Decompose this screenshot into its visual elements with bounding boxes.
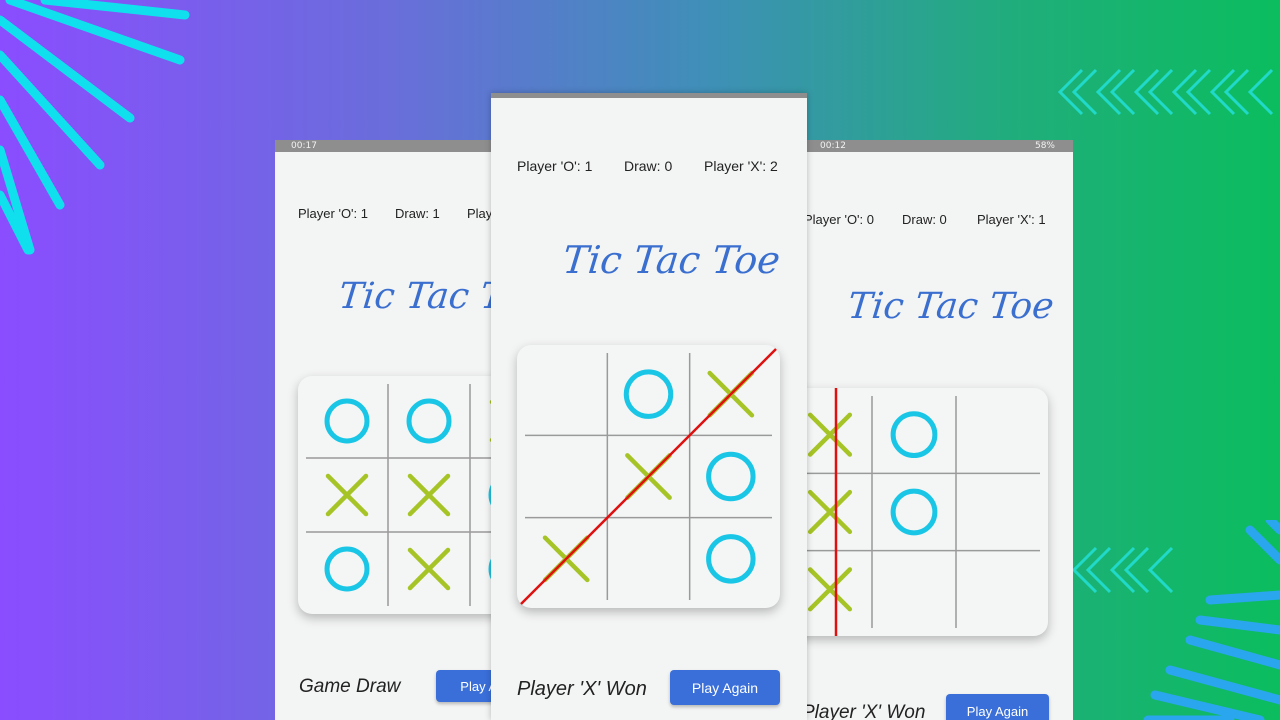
chevron-pattern-decoration [1057,68,1274,116]
board-cell[interactable] [306,532,388,606]
board-cell[interactable] [470,532,491,606]
board-cell[interactable] [525,435,607,517]
board-cell[interactable] [388,384,470,458]
board-cell[interactable] [690,435,772,517]
board-cell[interactable] [956,396,1040,473]
game-board [790,388,1048,636]
board-cell[interactable] [956,473,1040,550]
status-bar: 00:17 [275,140,491,152]
board-cell[interactable] [956,551,1040,628]
board-cell[interactable] [607,353,689,435]
score-player-x: Player 'X': 1 [977,212,1046,227]
board-cell[interactable] [872,396,956,473]
game-result-text: Game Draw [299,676,401,697]
play-again-button[interactable]: Play Again [670,670,780,705]
game-result-text: Player 'X' Won [802,702,926,720]
game-board [517,345,780,608]
play-again-button[interactable]: Play Again [436,670,491,702]
status-battery: 58% [1034,141,1055,151]
board-cell[interactable] [872,551,956,628]
board-cell[interactable] [690,518,772,600]
score-player-x: Player 'X': 1 [467,206,491,221]
app-title: Tic Tac Toe [845,286,1056,327]
score-draw: Draw: 1 [395,206,440,221]
board-cell[interactable] [470,458,491,532]
score-player-o: Player 'O': 0 [804,212,874,227]
board-grid [306,384,491,606]
score-player-x: Player 'X': 2 [704,158,778,174]
board-grid [790,388,1040,636]
app-title: Tic Tac Toe [560,238,783,282]
board-cell[interactable] [306,458,388,532]
board-cell[interactable] [872,473,956,550]
diagonal-stripes-decoration [0,0,190,255]
status-time: 00:12 [820,141,846,151]
board-cell[interactable] [525,353,607,435]
screen-left-draw: 00:17 Player 'O': 1 Draw: 1 Player 'X': … [275,140,491,720]
score-draw: Draw: 0 [902,212,947,227]
game-result-text: Player 'X' Won [517,678,647,700]
board-grid [520,348,777,605]
board-cell[interactable] [306,384,388,458]
play-again-button[interactable]: Play Again [946,694,1049,720]
score-player-o: Player 'O': 1 [517,158,593,174]
app-title: Tic Tac Toe [336,276,491,317]
diagonal-stripes-decoration-lower [1143,520,1280,720]
status-bar: 00:12 58% [790,140,1073,152]
screen-right-column-win: 00:12 58% Player 'O': 0 Draw: 0 Player '… [790,140,1073,720]
score-draw: Draw: 0 [624,158,673,174]
score-player-o: Player 'O': 1 [298,206,368,221]
status-time: 00:17 [291,141,317,151]
status-bar [491,93,807,98]
board-cell[interactable] [470,384,491,458]
board-cell[interactable] [607,518,689,600]
board-cell[interactable] [388,458,470,532]
board-cell[interactable] [388,532,470,606]
screen-center-diagonal-win: Player 'O': 1 Draw: 0 Player 'X': 2 Tic … [491,93,807,720]
game-board [298,376,491,614]
